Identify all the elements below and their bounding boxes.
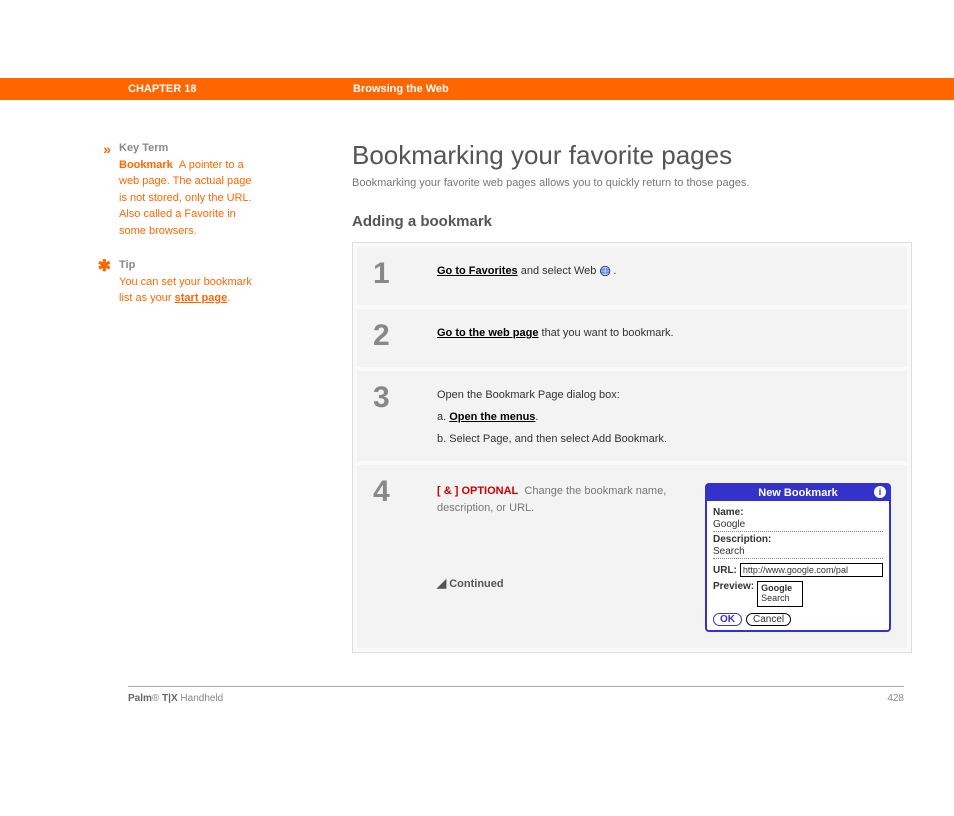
key-term-text: Bookmark A pointer to a web page. The ac…: [119, 157, 259, 240]
continued-arrow-icon: ◢: [437, 574, 446, 592]
step3-intro: Open the Bookmark Page dialog box:: [437, 389, 891, 401]
product-model: T|X: [159, 693, 177, 704]
start-page-link[interactable]: start page: [175, 292, 228, 304]
chapter-title: Browsing the Web: [353, 83, 449, 95]
step-number: 1: [373, 259, 437, 289]
page-title: Bookmarking your favorite pages: [352, 140, 912, 171]
main-content: Bookmarking your favorite pages Bookmark…: [352, 140, 912, 653]
step-4: 4 [ & ] OPTIONAL Change the bookmark nam…: [357, 465, 907, 648]
product-tail: Handheld: [178, 693, 224, 704]
step3-a-tail: .: [535, 411, 538, 423]
steps-container: 1 Go to Favorites and select Web . 2 Go …: [352, 242, 912, 653]
continued-text: Continued: [449, 578, 503, 590]
go-to-favorites-link[interactable]: Go to Favorites: [437, 265, 518, 277]
optional-tag: [ & ] OPTIONAL: [437, 485, 518, 497]
chapter-number: CHAPTER 18: [128, 83, 353, 95]
page-footer: Palm® T|X Handheld 428: [128, 686, 904, 704]
preview-label: Preview:: [713, 581, 754, 592]
preview-line1: Google: [761, 583, 792, 593]
name-label: Name:: [713, 507, 883, 518]
description-label: Description:: [713, 534, 883, 545]
step3-b: b. Select Page, and then select Add Book…: [437, 433, 891, 445]
new-bookmark-dialog: New Bookmark i Name: Google Description:…: [705, 483, 891, 632]
open-the-menus-link[interactable]: Open the menus: [449, 411, 535, 423]
preview-line2: Search: [761, 593, 790, 603]
dialog-titlebar: New Bookmark i: [707, 485, 889, 501]
step-3: 3 Open the Bookmark Page dialog box: a. …: [357, 371, 907, 461]
info-icon[interactable]: i: [874, 486, 886, 498]
tip-after: .: [227, 292, 230, 304]
continued-label: ◢Continued: [437, 574, 685, 593]
step-number: 4: [373, 477, 437, 632]
step1-tail: .: [613, 265, 616, 277]
cancel-button[interactable]: Cancel: [746, 613, 791, 626]
tip-marker: ✱: [95, 257, 119, 307]
intro-text: Bookmarking your favorite web pages allo…: [352, 177, 912, 189]
step3-a-prefix: a.: [437, 411, 449, 423]
key-term-label: Key Term: [119, 140, 259, 157]
step-number: 2: [373, 321, 437, 351]
dialog-title: New Bookmark: [758, 487, 837, 499]
ok-button[interactable]: OK: [713, 613, 742, 626]
key-term-term: Bookmark: [119, 159, 173, 171]
key-term-note: » Key Term Bookmark A pointer to a web p…: [95, 140, 320, 239]
step2-after: that you want to bookmark.: [538, 327, 673, 339]
sidebar: » Key Term Bookmark A pointer to a web p…: [95, 140, 320, 653]
go-to-web-page-link[interactable]: Go to the web page: [437, 327, 538, 339]
tip-label: Tip: [119, 257, 259, 274]
product-bold: Palm: [128, 693, 152, 704]
web-icon: [599, 265, 613, 277]
tip-note: ✱ Tip You can set your bookmark list as …: [95, 257, 320, 307]
key-term-marker: »: [95, 140, 119, 239]
step-number: 3: [373, 383, 437, 445]
product-name: Palm® T|X Handheld: [128, 693, 223, 704]
page-number: 428: [887, 693, 904, 704]
step1-after: and select Web: [518, 265, 600, 277]
url-field[interactable]: http://www.google.com/pal: [740, 563, 883, 577]
chapter-header: CHAPTER 18 Browsing the Web: [0, 78, 954, 100]
description-field[interactable]: Search: [713, 545, 883, 559]
url-label: URL:: [713, 565, 737, 576]
preview-box: Google Search: [757, 581, 803, 607]
tip-text-wrap: You can set your bookmark list as your s…: [119, 274, 259, 307]
step-2: 2 Go to the web page that you want to bo…: [357, 309, 907, 367]
name-field[interactable]: Google: [713, 518, 883, 532]
step-1: 1 Go to Favorites and select Web .: [357, 247, 907, 305]
section-title: Adding a bookmark: [352, 213, 912, 230]
